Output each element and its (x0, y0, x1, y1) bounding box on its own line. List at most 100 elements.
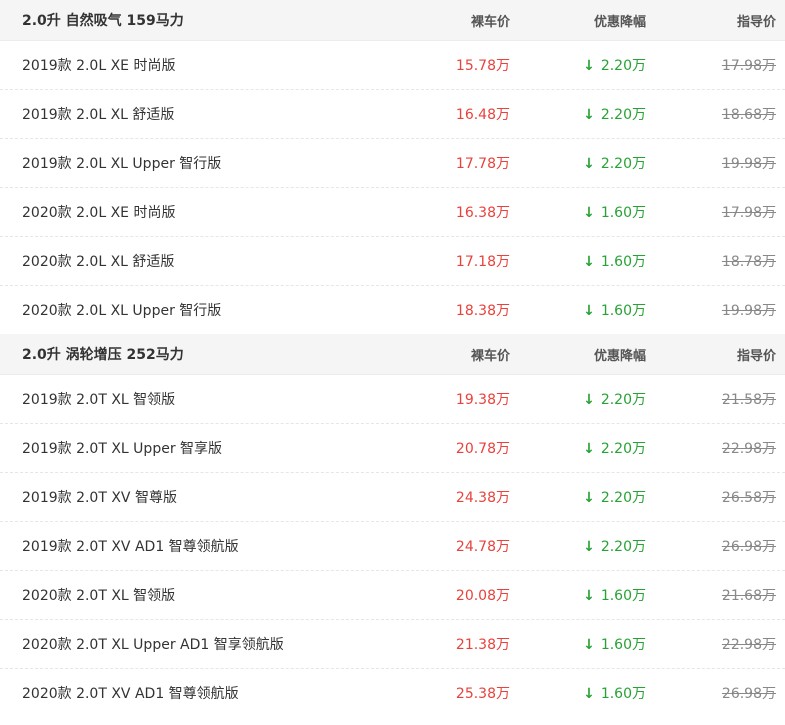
down-arrow-icon: ↓ (583, 539, 595, 555)
bare-car-price: 24.38万 (455, 490, 510, 506)
table-row[interactable]: 2020款 2.0T XL 智领版 20.08万 ↓ 1.60万 21.68万 (0, 571, 785, 620)
discount-amount: ↓ 2.20万 (510, 389, 646, 409)
discount-value: 1.60万 (600, 637, 646, 653)
table-row[interactable]: 2020款 2.0T XL Upper AD1 智享领航版 21.38万 ↓ 1.60… (0, 620, 785, 669)
guide-price: 26.98万 (721, 539, 776, 555)
model-name-link[interactable]: 2020款 2.0L XL 舒适版 (0, 251, 422, 271)
discount-amount: ↓ 2.20万 (510, 153, 646, 173)
discount-amount: ↓ 2.20万 (510, 487, 646, 507)
discount-value: 2.20万 (600, 58, 646, 74)
down-arrow-icon: ↓ (583, 637, 595, 653)
table-row[interactable]: 2019款 2.0L XL Upper 智行版 17.78万 ↓ 2.20万 19.98… (0, 139, 785, 188)
guide-price: 26.98万 (721, 686, 776, 702)
model-name-link[interactable]: 2020款 2.0L XE 时尚版 (0, 202, 422, 222)
column-header-discount: 优惠降幅 (593, 348, 646, 364)
section-header: 2.0升 涡轮增压 252马力 裸车价 优惠降幅 指导价 (0, 334, 785, 375)
discount-value: 2.20万 (600, 490, 646, 506)
guide-price: 18.68万 (721, 107, 776, 123)
guide-price: 22.98万 (721, 637, 776, 653)
down-arrow-icon: ↓ (583, 254, 595, 270)
guide-price: 26.58万 (721, 490, 776, 506)
discount-value: 1.60万 (600, 588, 646, 604)
column-header-price: 裸车价 (470, 348, 510, 364)
down-arrow-icon: ↓ (583, 156, 595, 172)
model-name-link[interactable]: 2019款 2.0L XL Upper 智行版 (0, 153, 422, 173)
discount-value: 2.20万 (600, 156, 646, 172)
table-row[interactable]: 2019款 2.0L XL 舒适版 16.48万 ↓ 2.20万 18.68万 (0, 90, 785, 139)
discount-amount: ↓ 1.60万 (510, 683, 646, 703)
down-arrow-icon: ↓ (583, 686, 595, 702)
column-header-discount: 优惠降幅 (593, 14, 646, 30)
model-name-link[interactable]: 2019款 2.0T XV AD1 智尊领航版 (0, 536, 422, 556)
discount-amount: ↓ 2.20万 (510, 104, 646, 124)
model-name-link[interactable]: 2019款 2.0T XL 智领版 (0, 389, 422, 409)
discount-amount: ↓ 1.60万 (510, 202, 646, 222)
discount-value: 1.60万 (600, 205, 646, 221)
guide-price: 21.68万 (721, 588, 776, 604)
bare-car-price: 17.18万 (455, 254, 510, 270)
bare-car-price: 25.38万 (455, 686, 510, 702)
model-name-link[interactable]: 2019款 2.0L XL 舒适版 (0, 104, 422, 124)
bare-car-price: 21.38万 (455, 637, 510, 653)
discount-amount: ↓ 1.60万 (510, 251, 646, 271)
down-arrow-icon: ↓ (583, 58, 595, 74)
discount-value: 2.20万 (600, 441, 646, 457)
bare-car-price: 20.08万 (455, 588, 510, 604)
discount-value: 1.60万 (600, 254, 646, 270)
discount-amount: ↓ 1.60万 (510, 585, 646, 605)
bare-car-price: 16.38万 (455, 205, 510, 221)
price-table: 2.0升 自然吸气 159马力 裸车价 优惠降幅 指导价 2019款 2.0L … (0, 0, 785, 717)
bare-car-price: 16.48万 (455, 107, 510, 123)
discount-amount: ↓ 2.20万 (510, 536, 646, 556)
down-arrow-icon: ↓ (583, 588, 595, 604)
guide-price: 18.78万 (721, 254, 776, 270)
bare-car-price: 20.78万 (455, 441, 510, 457)
column-header-guide-price: 指导价 (736, 348, 776, 364)
guide-price: 17.98万 (721, 58, 776, 74)
model-name-link[interactable]: 2019款 2.0L XE 时尚版 (0, 55, 422, 75)
model-name-link[interactable]: 2020款 2.0L XL Upper 智行版 (0, 300, 422, 320)
section-title: 2.0升 自然吸气 159马力 (22, 13, 184, 29)
bare-car-price: 15.78万 (455, 58, 510, 74)
model-name-link[interactable]: 2020款 2.0T XL Upper AD1 智享领航版 (0, 634, 422, 654)
column-header-guide-price: 指导价 (736, 14, 776, 30)
discount-value: 2.20万 (600, 107, 646, 123)
section-header: 2.0升 自然吸气 159马力 裸车价 优惠降幅 指导价 (0, 0, 785, 41)
model-name-link[interactable]: 2019款 2.0T XL Upper 智享版 (0, 438, 422, 458)
bare-car-price: 18.38万 (455, 303, 510, 319)
table-row[interactable]: 2020款 2.0L XE 时尚版 16.38万 ↓ 1.60万 17.98万 (0, 188, 785, 237)
column-header-price: 裸车价 (470, 14, 510, 30)
section-turbo: 2.0升 涡轮增压 252马力 裸车价 优惠降幅 指导价 2019款 2.0T … (0, 334, 785, 717)
bare-car-price: 19.38万 (455, 392, 510, 408)
discount-amount: ↓ 2.20万 (510, 55, 646, 75)
table-row[interactable]: 2019款 2.0T XV AD1 智尊领航版 24.78万 ↓ 2.20万 26.98… (0, 522, 785, 571)
section-title: 2.0升 涡轮增压 252马力 (22, 347, 184, 363)
down-arrow-icon: ↓ (583, 107, 595, 123)
discount-value: 2.20万 (600, 539, 646, 555)
down-arrow-icon: ↓ (583, 303, 595, 319)
table-row[interactable]: 2019款 2.0T XV 智尊版 24.38万 ↓ 2.20万 26.58万 (0, 473, 785, 522)
guide-price: 22.98万 (721, 441, 776, 457)
model-name-link[interactable]: 2020款 2.0T XV AD1 智尊领航版 (0, 683, 422, 703)
discount-value: 2.20万 (600, 392, 646, 408)
model-name-link[interactable]: 2019款 2.0T XV 智尊版 (0, 487, 422, 507)
guide-price: 19.98万 (721, 303, 776, 319)
table-row[interactable]: 2019款 2.0T XL Upper 智享版 20.78万 ↓ 2.20万 22.98… (0, 424, 785, 473)
model-name-link[interactable]: 2020款 2.0T XL 智领版 (0, 585, 422, 605)
table-row[interactable]: 2020款 2.0L XL Upper 智行版 18.38万 ↓ 1.60万 19.98… (0, 286, 785, 334)
bare-car-price: 17.78万 (455, 156, 510, 172)
down-arrow-icon: ↓ (583, 490, 595, 506)
guide-price: 21.58万 (721, 392, 776, 408)
down-arrow-icon: ↓ (583, 205, 595, 221)
table-row[interactable]: 2020款 2.0L XL 舒适版 17.18万 ↓ 1.60万 18.78万 (0, 237, 785, 286)
discount-amount: ↓ 1.60万 (510, 300, 646, 320)
table-row[interactable]: 2019款 2.0L XE 时尚版 15.78万 ↓ 2.20万 17.98万 (0, 41, 785, 90)
down-arrow-icon: ↓ (583, 392, 595, 408)
table-row[interactable]: 2020款 2.0T XV AD1 智尊领航版 25.38万 ↓ 1.60万 26.98… (0, 669, 785, 717)
discount-value: 1.60万 (600, 303, 646, 319)
table-row[interactable]: 2019款 2.0T XL 智领版 19.38万 ↓ 2.20万 21.58万 (0, 375, 785, 424)
discount-amount: ↓ 1.60万 (510, 634, 646, 654)
discount-amount: ↓ 2.20万 (510, 438, 646, 458)
discount-value: 1.60万 (600, 686, 646, 702)
down-arrow-icon: ↓ (583, 441, 595, 457)
